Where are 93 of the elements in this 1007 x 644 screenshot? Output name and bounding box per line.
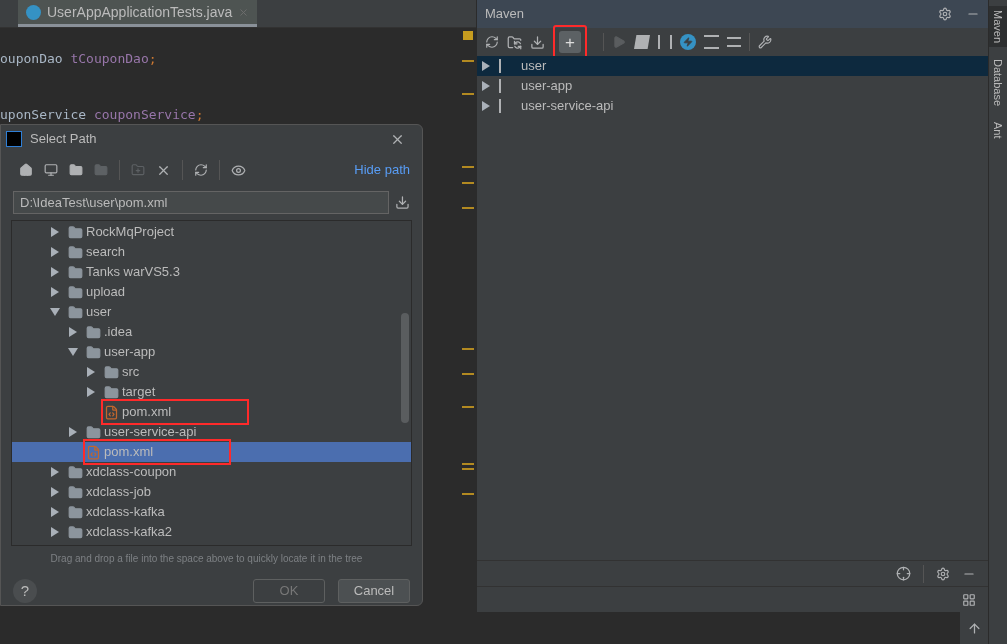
collapsed-arrow-icon[interactable] xyxy=(50,267,60,277)
gutter-mark xyxy=(462,468,474,470)
folder-icon xyxy=(68,304,83,320)
gutter-mark xyxy=(462,207,474,209)
help-button[interactable]: ? xyxy=(13,579,37,603)
gutter-mark xyxy=(462,463,474,465)
collapsed-arrow-icon[interactable] xyxy=(50,467,60,477)
settings-icon[interactable] xyxy=(936,566,950,581)
scrollbar-thumb[interactable] xyxy=(401,313,409,423)
gutter-mark xyxy=(462,166,474,168)
show-hidden-icon[interactable] xyxy=(231,162,246,178)
side-tab[interactable]: Database xyxy=(989,55,1007,111)
collapsed-arrow-icon[interactable] xyxy=(68,327,78,337)
home-icon[interactable] xyxy=(19,163,33,177)
download-icon[interactable] xyxy=(395,195,410,210)
collapsed-arrow-icon[interactable] xyxy=(50,507,60,517)
folder-sync-icon[interactable] xyxy=(507,34,522,50)
collapsed-arrow-icon[interactable] xyxy=(86,367,96,377)
folder-icon xyxy=(104,364,119,380)
scroll-up-icon[interactable] xyxy=(966,620,982,636)
folder-icon xyxy=(104,384,119,400)
side-tab[interactable]: Maven xyxy=(989,6,1007,48)
project-item[interactable]: user xyxy=(477,56,988,76)
app-logo-icon xyxy=(6,131,22,147)
folder-icon xyxy=(68,284,83,300)
project-item[interactable]: user-service-api xyxy=(477,96,988,116)
class-icon xyxy=(26,4,41,20)
hint-text: Drag and drop a file into the space above to quickly locate it in the tree xyxy=(49,552,364,566)
folder-icon xyxy=(68,484,83,500)
project-item[interactable]: user-app xyxy=(477,76,988,96)
tree-row[interactable]: target xyxy=(12,382,411,402)
gutter-mark xyxy=(462,373,474,375)
desktop-icon[interactable] xyxy=(44,163,58,177)
tree-row[interactable]: xdclass-coupon xyxy=(12,462,411,482)
code-line: uponService couponService; xyxy=(0,106,205,124)
folder-icon xyxy=(68,504,83,520)
folder-icon xyxy=(86,424,101,440)
folder-icon xyxy=(68,264,83,280)
folder-icon xyxy=(68,244,83,260)
wrench-icon[interactable] xyxy=(758,35,772,49)
gutter-mark xyxy=(462,493,474,495)
tree-row[interactable]: xdclass-job xyxy=(12,482,411,502)
panel-title: Maven xyxy=(485,5,525,24)
folder-icon xyxy=(86,324,101,340)
collapsed-arrow-icon[interactable] xyxy=(50,247,60,257)
tree-row[interactable]: search xyxy=(12,242,411,262)
warning-marker-icon xyxy=(463,31,473,40)
refresh-icon[interactable] xyxy=(194,163,208,177)
locate-icon[interactable] xyxy=(896,566,911,581)
collapsed-arrow-icon[interactable] xyxy=(50,487,60,497)
collapsed-arrow-icon[interactable] xyxy=(68,427,78,437)
editor-tab[interactable]: UserAppApplicationTests.java xyxy=(18,0,258,27)
refresh-icon[interactable] xyxy=(485,35,499,49)
collapsed-arrow-icon[interactable] xyxy=(50,287,60,297)
tree-row[interactable]: user-app xyxy=(12,342,411,362)
download-icon[interactable] xyxy=(530,34,545,50)
folder-icon xyxy=(86,344,101,360)
side-tab[interactable]: Ant xyxy=(989,118,1007,143)
tree-row[interactable]: xdclass-kafka xyxy=(12,502,411,522)
add-button[interactable]: + xyxy=(559,31,581,53)
gutter-mark xyxy=(462,406,474,408)
expanded-arrow-icon[interactable] xyxy=(50,307,60,317)
gutter-mark xyxy=(462,348,474,350)
folder-icon xyxy=(68,224,83,240)
tree-row[interactable]: RockMqProject xyxy=(12,222,411,242)
tree-row[interactable]: xdclass-kafka2 xyxy=(12,522,411,542)
tree-row[interactable]: user-service-api xyxy=(12,422,411,442)
expanded-arrow-icon[interactable] xyxy=(68,347,78,357)
dialog-title: Select Path xyxy=(30,130,97,149)
path-field[interactable]: D:\IdeaTest\user\pom.xml xyxy=(13,191,390,214)
collapsed-arrow-icon[interactable] xyxy=(50,227,60,237)
layout-icon[interactable] xyxy=(962,592,976,607)
settings-icon[interactable] xyxy=(938,7,952,21)
lightning-icon[interactable] xyxy=(680,34,696,50)
folder-icon[interactable] xyxy=(69,163,83,177)
tree-row[interactable]: user xyxy=(12,302,411,322)
xml-file-icon xyxy=(86,444,101,460)
gutter-mark xyxy=(462,60,474,62)
xml-file-icon xyxy=(104,404,119,420)
tree-row[interactable]: pom.xml xyxy=(12,402,411,422)
folder-icon xyxy=(68,464,83,480)
collapsed-arrow-icon[interactable] xyxy=(86,387,96,397)
folder-icon xyxy=(68,524,83,540)
collapsed-arrow-icon[interactable] xyxy=(50,527,60,537)
tree-row[interactable]: Tanks warVS5.3 xyxy=(12,262,411,282)
tree-row[interactable]: src xyxy=(12,362,411,382)
code-line: ouponDao tCouponDao; xyxy=(0,50,158,68)
gutter-mark xyxy=(462,93,474,95)
tree-row[interactable]: .idea xyxy=(12,322,411,342)
gutter-mark xyxy=(462,182,474,184)
tree-row[interactable]: upload xyxy=(12,282,411,302)
hide-path-link[interactable]: Hide path xyxy=(354,160,410,180)
dialog-button[interactable]: Cancel xyxy=(338,579,410,603)
